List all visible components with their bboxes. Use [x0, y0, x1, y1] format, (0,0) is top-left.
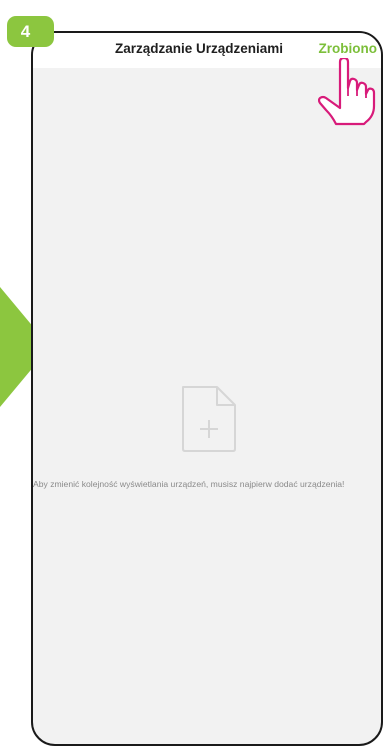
step-number: 4: [20, 21, 31, 41]
done-button[interactable]: Zrobiono: [319, 41, 377, 56]
step-badge: 4: [7, 16, 54, 47]
add-file-icon: [182, 386, 236, 452]
hand-pointer-icon: [318, 58, 376, 126]
phone-frame: Zarządzanie Urządzeniami Zrobiono Aby zm…: [31, 31, 383, 746]
page-title: Zarządzanie Urządzeniami: [115, 41, 284, 56]
empty-state-message: Aby zmienić kolejność wyświetlania urząd…: [33, 479, 345, 489]
